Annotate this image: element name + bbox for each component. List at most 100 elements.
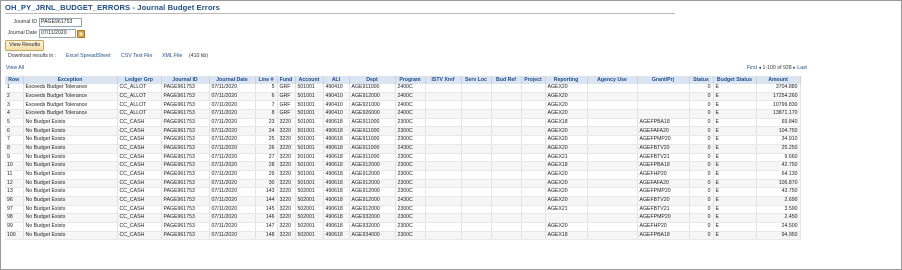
table-cell xyxy=(425,161,462,171)
column-header[interactable]: Account xyxy=(295,76,324,84)
table-cell: 501001 xyxy=(295,179,324,189)
table-cell: E xyxy=(713,144,757,154)
table-cell: 07/11/2020 xyxy=(209,135,256,145)
table-row: 100 No Budget Exists CC_CASH PAGE961753 07/1… xyxy=(5,231,801,241)
table-cell: 3220 xyxy=(277,161,296,171)
table-cell: 0 xyxy=(689,153,714,163)
journal-date-label: Journal Date xyxy=(7,30,37,36)
table-cell xyxy=(491,205,522,215)
column-header[interactable]: Status xyxy=(689,76,714,84)
table-cell: 147 xyxy=(255,222,278,232)
table-cell: 07/11/2020 xyxy=(209,126,256,137)
budget-errors-grid: Row Exception Ledger Grp Journal ID Journal … xyxy=(5,76,801,241)
table-cell xyxy=(637,84,690,93)
table-cell: 5 xyxy=(255,84,278,93)
column-header[interactable]: Amount xyxy=(756,76,801,84)
table-cell: 9 xyxy=(5,153,24,163)
table-cell: 10799.830 xyxy=(756,100,801,111)
pager-first-link[interactable]: First xyxy=(747,65,757,71)
table-cell: 2300C xyxy=(395,205,426,215)
table-cell: 3220 xyxy=(277,205,296,215)
table-cell: 490618 xyxy=(323,126,350,137)
csv-download-link[interactable]: CSV Text File xyxy=(121,53,152,59)
table-cell: CC_CASH xyxy=(117,179,162,189)
table-cell xyxy=(521,92,546,102)
pager-last-link[interactable]: Last xyxy=(797,65,807,71)
column-header[interactable]: Bud Ref xyxy=(491,76,522,84)
table-cell: 0 xyxy=(689,170,714,180)
column-header[interactable]: Budget Status xyxy=(713,76,757,84)
pager-prev-icon[interactable]: ◂ xyxy=(758,65,761,71)
table-cell: E xyxy=(713,109,757,119)
table-cell: 106.870 xyxy=(756,179,801,189)
table-cell: 2300C xyxy=(395,126,426,137)
table-cell: Exceeds Budget Tolerance xyxy=(23,92,118,102)
table-cell: 490618 xyxy=(323,213,350,223)
column-header[interactable]: ALI xyxy=(323,76,350,84)
table-cell xyxy=(587,179,638,189)
table-row: 3 Exceeds Budget Tolerance CC_ALLOT PAGE961… xyxy=(5,100,801,111)
table-cell xyxy=(521,205,546,215)
column-header[interactable]: Journal ID xyxy=(161,76,210,84)
pager: First ◂ 1-100 of 928 ▸ Last xyxy=(747,65,807,71)
table-cell xyxy=(521,100,546,111)
table-cell xyxy=(491,170,522,180)
excel-download-link[interactable]: Excel SpreadSheet xyxy=(66,53,110,59)
table-cell xyxy=(461,84,492,93)
journal-date-input[interactable]: 07/11/2020 xyxy=(39,29,76,38)
table-cell: 2300C xyxy=(395,187,426,197)
column-header[interactable]: Row xyxy=(5,76,24,84)
table-cell xyxy=(587,100,638,111)
column-header[interactable]: Serv Loc xyxy=(461,76,492,84)
table-cell: 502001 xyxy=(295,231,324,241)
column-header[interactable]: Agency Use xyxy=(587,76,638,84)
column-header[interactable]: Project xyxy=(521,76,546,84)
table-cell: 0 xyxy=(689,126,714,137)
column-header[interactable]: Journal Date xyxy=(209,76,256,84)
table-cell: 104.750 xyxy=(756,126,801,137)
table-cell: GRF xyxy=(277,109,296,119)
table-row: 9 No Budget Exists CC_CASH PAGE961753 07/11/… xyxy=(5,153,801,163)
table-cell: 490618 xyxy=(323,118,350,128)
table-cell xyxy=(637,100,690,111)
table-cell: AGEFBTV20 xyxy=(637,144,690,154)
table-cell: AGE912000 xyxy=(349,92,396,102)
table-cell: AGEX20 xyxy=(545,222,588,232)
calendar-icon[interactable]: ▦ xyxy=(77,30,85,38)
table-cell: 07/11/2020 xyxy=(209,231,256,241)
download-label: Download results in : xyxy=(8,53,57,59)
column-header[interactable]: Ledger Grp xyxy=(117,76,162,84)
column-header[interactable]: Fund xyxy=(277,76,296,84)
column-header[interactable]: Exception xyxy=(23,76,118,84)
table-cell: 3220 xyxy=(277,153,296,163)
view-results-button[interactable]: View Results xyxy=(5,40,45,51)
table-cell xyxy=(587,213,638,223)
table-cell: 07/11/2020 xyxy=(209,161,256,171)
pager-next-icon[interactable]: ▸ xyxy=(793,65,796,71)
table-cell: 3220 xyxy=(277,196,296,206)
table-cell xyxy=(587,231,638,241)
table-cell: 502001 xyxy=(295,213,324,223)
table-cell: 5 xyxy=(5,118,24,128)
table-cell xyxy=(425,179,462,189)
column-header[interactable]: Reporting xyxy=(545,76,588,84)
table-row: 98 No Budget Exists CC_CASH PAGE961753 07/11… xyxy=(5,213,801,223)
table-cell: 0 xyxy=(689,109,714,119)
table-cell: PAGE961753 xyxy=(161,118,210,128)
column-header[interactable]: Dept xyxy=(349,76,396,84)
table-cell: 490618 xyxy=(323,222,350,232)
table-cell: 501001 xyxy=(295,84,324,93)
journal-id-input[interactable]: PAGE961753 xyxy=(39,18,82,27)
view-all-link[interactable]: View All xyxy=(6,65,24,71)
column-header[interactable]: ISTV Xref xyxy=(425,76,462,84)
column-header[interactable]: Line # xyxy=(255,76,278,84)
column-header[interactable]: Program xyxy=(395,76,426,84)
table-cell xyxy=(491,196,522,206)
table-cell: CC_CASH xyxy=(117,196,162,206)
table-cell: 501001 xyxy=(295,161,324,171)
table-cell xyxy=(461,135,492,145)
column-header[interactable]: Grant/Prj xyxy=(637,76,690,84)
table-cell: Exceeds Budget Tolerance xyxy=(23,109,118,119)
table-cell: 490618 xyxy=(323,153,350,163)
xml-download-link[interactable]: XML File xyxy=(162,53,182,59)
